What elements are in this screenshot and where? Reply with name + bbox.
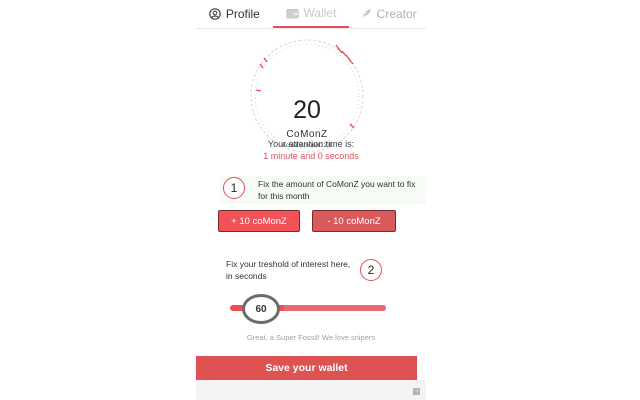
add-comonz-button[interactable]: + 10 coMonZ [218,210,300,232]
tab-profile-label: Profile [225,7,260,21]
tab-wallet-label: Wallet [303,6,337,20]
comonz-gauge: 20 CoMonZ Actual Amount: 2 € [242,34,372,153]
step-1-badge: 1 [223,177,245,199]
resize-handle-icon: ▦ [412,386,421,396]
tab-bar: Profile Wallet Creator [196,0,426,29]
threshold-slider-thumb[interactable]: 60 [242,294,280,324]
footer-strip [196,380,426,400]
attention-label: Your attention time is: [267,139,355,149]
feather-icon [359,9,371,20]
threshold-text: Fix your treshold of interest here, in s… [226,259,351,281]
gauge-value: 20 [293,96,321,124]
wallet-icon [285,8,299,18]
user-circle-icon [209,8,221,20]
wallet-panel: Profile Wallet Creator 20 CoMonZ Actual … [196,0,426,400]
tab-creator-label: Creator [376,7,417,21]
fix-amount-text: Fix the amount of CoMonZ you want to fix… [258,179,416,201]
threshold-message: Great, a Super Fossil! We love snipers [246,333,376,342]
step-2-badge: 2 [360,259,382,281]
threshold-slider-rest [284,305,386,311]
attention-time: 1 minute and 0 seconds [263,151,359,161]
tab-wallet[interactable]: Wallet [272,0,350,28]
save-wallet-button[interactable]: Save your wallet [196,356,417,380]
remove-comonz-button[interactable]: - 10 coMonZ [312,210,396,232]
tab-profile[interactable]: Profile [196,0,273,28]
tab-creator[interactable]: Creator [349,0,426,28]
